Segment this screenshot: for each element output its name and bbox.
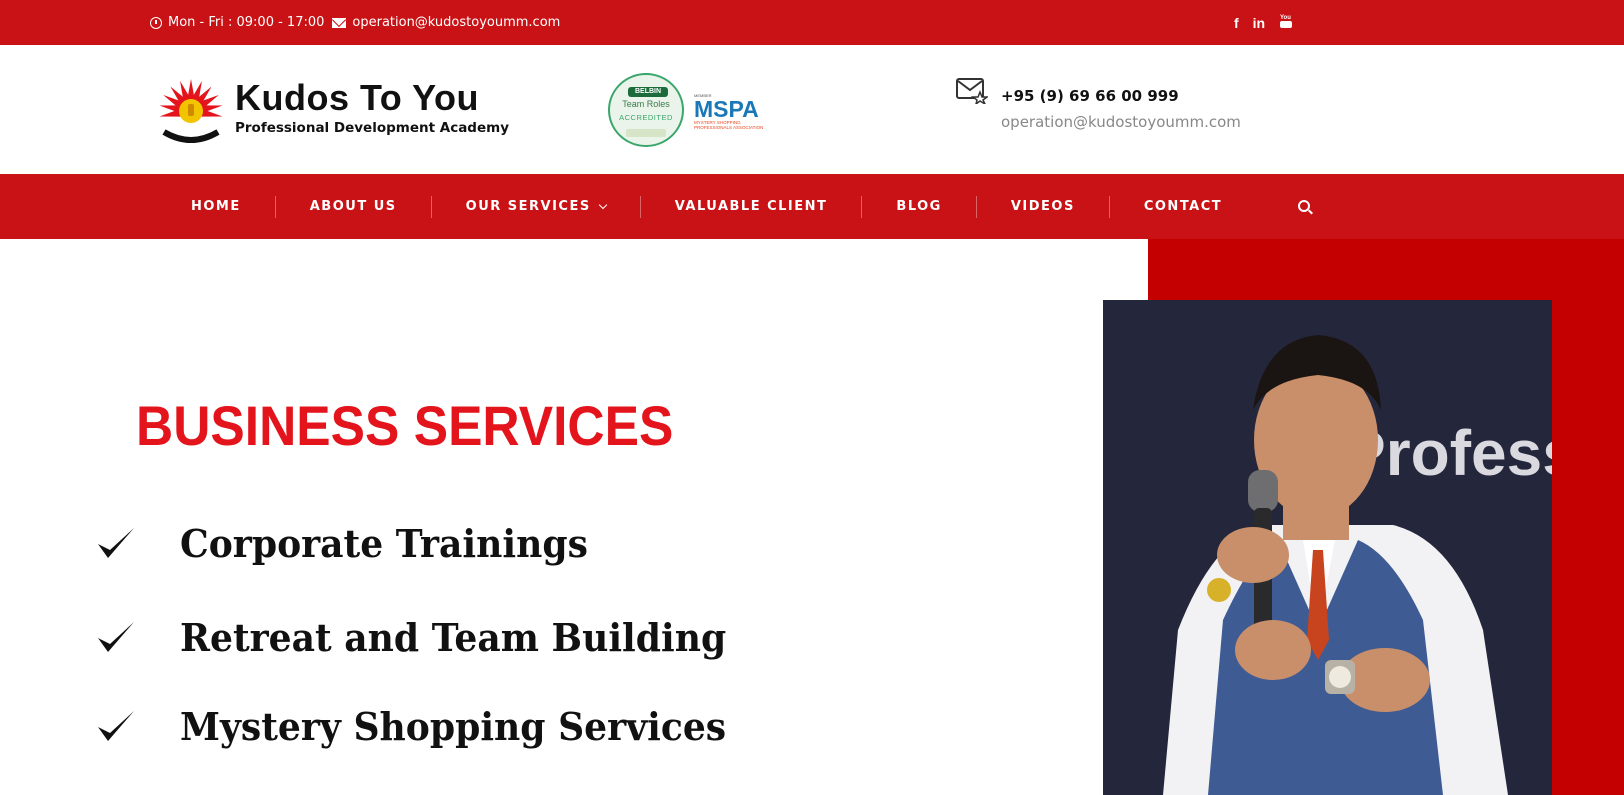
nav-label-blog: BLOG — [896, 199, 942, 214]
mspa-badge-title: MSPA — [694, 96, 759, 122]
chevron-down-icon — [598, 200, 607, 209]
svg-text:You: You — [1280, 15, 1291, 21]
mail-icon — [332, 17, 347, 28]
nav-item-videos[interactable]: VIDEOS — [977, 174, 1109, 239]
checkmark-icon — [98, 710, 134, 741]
service-item: Mystery Shopping Services — [96, 704, 755, 749]
brand-title[interactable]: Kudos To You — [235, 77, 479, 119]
belbin-badge-footer — [626, 129, 666, 137]
services-title: BUSINESS SERVICES — [136, 394, 674, 457]
nav-label-home: HOME — [191, 199, 241, 214]
nav-item-blog[interactable]: BLOG — [862, 174, 975, 239]
facebook-icon[interactable]: f — [1234, 15, 1239, 31]
nav-item-our-services[interactable]: OUR SERVICES — [432, 174, 640, 239]
top-bar: Mon - Fri : 09:00 - 17:00 operation@kudo… — [0, 0, 1624, 45]
belbin-badge: BELBIN Team Roles ACCREDITED — [608, 73, 684, 147]
service-item: Retreat and Team Building — [96, 615, 755, 660]
belbin-badge-top: BELBIN — [628, 87, 668, 97]
hero-banner: Profess BUSINESS SERVICES Corporate Trai… — [0, 239, 1624, 795]
nav-label-videos: VIDEOS — [1010, 199, 1075, 214]
hours-text: Mon - Fri : 09:00 - 17:00 — [168, 15, 325, 30]
service-item: Corporate Trainings — [96, 521, 609, 566]
hours-item: Mon - Fri : 09:00 - 17:00 — [150, 15, 324, 30]
belbin-badge-bottom: ACCREDITED — [619, 113, 673, 122]
logo-icon[interactable] — [156, 78, 226, 148]
speaker-photo: Profess — [1103, 300, 1552, 795]
nav-label-contact: CONTACT — [1143, 199, 1223, 214]
nav-item-about-us[interactable]: ABOUT US — [276, 174, 431, 239]
service-label: Mystery Shopping Services — [180, 704, 727, 749]
email-item[interactable]: operation@kudostoyoumm.com — [332, 15, 560, 30]
nav-item-contact[interactable]: CONTACT — [1110, 174, 1256, 239]
brand-subtitle: Professional Development Academy — [235, 120, 509, 136]
nav-label-about-us: ABOUT US — [309, 199, 397, 214]
youtube-icon[interactable]: You — [1279, 13, 1293, 32]
header-email-link[interactable]: operation@kudostoyoumm.com — [1001, 113, 1241, 131]
service-label: Corporate Trainings — [180, 521, 588, 566]
belbin-badge-middle: Team Roles — [622, 99, 670, 109]
linkedin-icon[interactable]: in — [1253, 15, 1265, 31]
service-label: Retreat and Team Building — [180, 615, 727, 660]
nav-item-valuable-client[interactable]: VALUABLE CLIENT — [641, 174, 862, 239]
mspa-badge: MEMBER MSPA MYSTERY SHOPPING PROFESSIONA… — [694, 93, 774, 133]
phone-number[interactable]: +95 (9) 69 66 00 999 — [1001, 87, 1179, 105]
envelope-star-icon — [956, 78, 988, 104]
speaker-illustration: Profess — [1103, 300, 1552, 795]
checkmark-icon — [98, 621, 134, 652]
nav-item-home[interactable]: HOME — [157, 174, 275, 239]
nav-label-our-services: OUR SERVICES — [465, 199, 591, 214]
top-email-link[interactable]: operation@kudostoyoumm.com — [352, 15, 560, 30]
main-nav: HOME ABOUT US OUR SERVICES VALUABLE CLIE… — [0, 174, 1624, 239]
nav-label-valuable-client: VALUABLE CLIENT — [674, 199, 828, 214]
social-links: f in You — [1234, 0, 1293, 45]
checkmark-icon — [98, 527, 134, 558]
clock-icon — [150, 16, 162, 29]
contact-info: Mon - Fri : 09:00 - 17:00 operation@kudo… — [150, 0, 568, 45]
search-icon[interactable] — [1298, 200, 1310, 212]
site-header: Kudos To You Professional Development Ac… — [0, 45, 1624, 174]
mspa-badge-bottom: MYSTERY SHOPPING PROFESSIONALS ASSOCIATI… — [694, 120, 764, 130]
